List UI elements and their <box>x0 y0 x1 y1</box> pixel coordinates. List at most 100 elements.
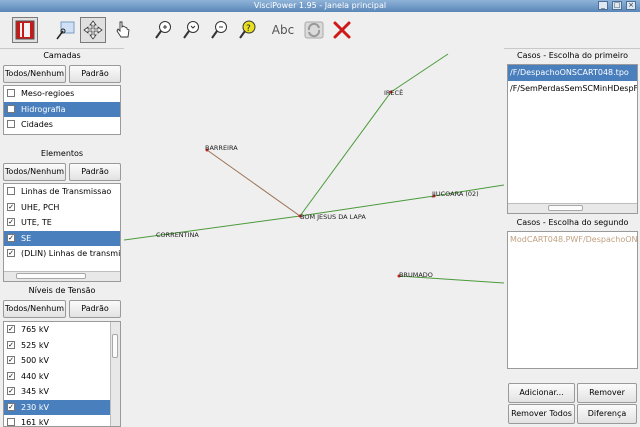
line-bomjesus-barreira[interactable] <box>206 149 301 217</box>
line-bomjesus-irece[interactable] <box>299 91 392 217</box>
item-label: Cidades <box>21 120 53 129</box>
left-panel: Camadas Todos/Nenhum Padrão Meso-regioes… <box>0 48 124 427</box>
red-x-icon <box>333 21 351 39</box>
svg-text:?: ? <box>246 24 251 34</box>
elementos-item-linhas[interactable]: Linhas de Transmissao <box>4 184 120 200</box>
item-label: 525 kV <box>21 340 49 350</box>
checkbox[interactable]: ✓ <box>7 202 15 211</box>
checkbox[interactable]: ✓ <box>7 340 15 349</box>
toolbar: ? Abc <box>0 12 640 49</box>
niveis-item-765[interactable]: ✓ 765 kV <box>4 322 120 338</box>
first-case-item[interactable]: /F/SemPerdasSemSCMinHDespF <box>508 81 637 97</box>
pan-tool-button[interactable] <box>80 17 106 43</box>
map-canvas[interactable]: IRECÊ BARREIRA BOM JESUS DA LAPA CORRENT… <box>124 48 504 427</box>
niveis-item-345[interactable]: ✓ 345 kV <box>4 384 120 400</box>
help-button[interactable]: ? <box>234 17 260 43</box>
line-correntina-bomjesus[interactable] <box>124 215 301 241</box>
remove-all-button[interactable]: Remover Todos <box>508 404 575 424</box>
item-label: 345 kV <box>21 387 49 396</box>
checkbox[interactable] <box>7 418 15 426</box>
niveis-item-525[interactable]: ✓ 525 kV <box>4 338 120 354</box>
first-case-item[interactable]: /F/DespachoONSCART048.tpo <box>508 65 637 81</box>
checkbox[interactable] <box>7 89 15 97</box>
checkbox[interactable] <box>7 104 15 113</box>
minimize-button[interactable]: _ <box>598 1 608 10</box>
checkbox[interactable]: ✓ <box>7 402 15 411</box>
item-label: (DLIN) Linhas de transmis <box>21 249 121 258</box>
refresh-button[interactable] <box>301 17 327 43</box>
niveis-item-440[interactable]: ✓ 440 kV <box>4 369 120 385</box>
scroll-thumb[interactable] <box>548 205 583 211</box>
first-case-title: Casos - Escolha do primeiro <box>517 51 628 60</box>
zoom-out-button[interactable] <box>206 17 232 43</box>
checkbox[interactable]: ✓ <box>7 325 15 333</box>
first-case-hscrollbar[interactable] <box>508 203 637 213</box>
camadas-item-meso-regioes[interactable]: Meso-regioes <box>4 86 120 102</box>
zoom-fit-icon <box>183 21 199 39</box>
close-case-button[interactable] <box>329 17 355 43</box>
elementos-default-button[interactable]: Padrão <box>69 163 121 181</box>
scroll-thumb[interactable] <box>112 334 118 358</box>
camadas-item-cidades[interactable]: Cidades <box>4 117 120 133</box>
select-tool-button[interactable] <box>52 17 78 43</box>
niveis-item-230[interactable]: ✓ 230 kV <box>4 399 120 415</box>
close-window-button[interactable]: × <box>626 1 636 10</box>
checkbox[interactable] <box>7 120 15 128</box>
item-label: 230 kV <box>21 402 49 412</box>
label-correntina: CORRENTINA <box>156 231 199 239</box>
title-bar: VisciPower 1.95 - Janela principal _ □ × <box>0 0 640 12</box>
layers-icon <box>15 20 35 40</box>
remove-case-button[interactable]: Remover <box>577 383 637 403</box>
niveis-default-button[interactable]: Padrão <box>69 300 121 318</box>
label-bom-jesus: BOM JESUS DA LAPA <box>300 213 366 221</box>
elementos-all-none-button[interactable]: Todos/Nenhum <box>3 163 66 181</box>
right-panel: Casos - Escolha do primeiro /F/DespachoO… <box>505 48 640 427</box>
checkbox[interactable]: ✓ <box>7 356 15 364</box>
first-case-list: /F/DespachoONSCART048.tpo /F/SemPerdasSe… <box>507 64 638 214</box>
camadas-default-button[interactable]: Padrão <box>69 65 121 83</box>
elementos-item-ute[interactable]: ✓ UTE, TE <box>4 215 120 231</box>
niveis-item-500[interactable]: ✓ 500 kV <box>4 353 120 369</box>
niveis-list: ✓ 765 kV ✓ 525 kV ✓ 500 kV ✓ 440 kV ✓ 345 kV … <box>3 321 121 427</box>
refresh-icon <box>304 21 324 39</box>
text-tool-button[interactable]: Abc <box>269 17 297 43</box>
second-case-list: ModCART048.PWF/DespachoON <box>507 231 638 369</box>
elementos-item-uhe[interactable]: ✓ UHE, PCH <box>4 200 120 216</box>
maximize-button[interactable]: □ <box>612 1 622 10</box>
item-label: 765 kV <box>21 325 49 334</box>
second-case-item[interactable]: ModCART048.PWF/DespachoON <box>508 232 637 248</box>
scroll-thumb[interactable] <box>16 273 86 279</box>
elementos-hscrollbar[interactable] <box>4 271 120 281</box>
hand-tool-button[interactable] <box>110 17 136 43</box>
add-case-button[interactable]: Adicionar... <box>508 383 575 403</box>
label-irece: IRECÊ <box>384 88 403 97</box>
camadas-list: Meso-regioes Hidrografia Cidades <box>3 85 121 135</box>
substation-nodes <box>205 90 436 278</box>
elementos-item-dlin[interactable]: ✓ (DLIN) Linhas de transmis <box>4 246 120 262</box>
niveis-item-161[interactable]: 161 kV <box>4 415 120 427</box>
difference-button[interactable]: Diferença <box>577 404 637 424</box>
niveis-vscrollbar[interactable] <box>110 322 120 426</box>
elementos-item-se[interactable]: ✓ SE <box>4 230 120 246</box>
elementos-title: Elementos <box>40 149 84 158</box>
checkbox[interactable]: ✓ <box>7 233 15 242</box>
camadas-all-none-button[interactable]: Todos/Nenhum <box>3 65 66 83</box>
item-label: 440 kV <box>21 371 49 381</box>
transmission-lines <box>124 53 504 284</box>
checkbox[interactable]: ✓ <box>7 371 15 380</box>
checkbox[interactable]: ✓ <box>7 387 15 395</box>
niveis-all-none-button[interactable]: Todos/Nenhum <box>3 300 66 318</box>
zoom-fit-button[interactable] <box>178 17 204 43</box>
layers-toggle-button[interactable] <box>12 17 38 43</box>
elementos-list: Linhas de Transmissao ✓ UHE, PCH ✓ UTE, TE… <box>3 183 121 282</box>
checkbox[interactable]: ✓ <box>7 249 15 257</box>
second-case-title: Casos - Escolha do segundo <box>516 218 629 227</box>
checkbox[interactable] <box>7 187 15 195</box>
zoom-out-icon <box>211 21 227 39</box>
checkbox[interactable]: ✓ <box>7 218 15 226</box>
camadas-item-hidrografia[interactable]: Hidrografia <box>4 101 120 117</box>
line-irece-north[interactable] <box>390 53 449 93</box>
network-map[interactable]: IRECÊ BARREIRA BOM JESUS DA LAPA CORRENT… <box>124 48 504 427</box>
zoom-in-button[interactable] <box>150 17 176 43</box>
item-label: 161 kV <box>21 418 49 427</box>
